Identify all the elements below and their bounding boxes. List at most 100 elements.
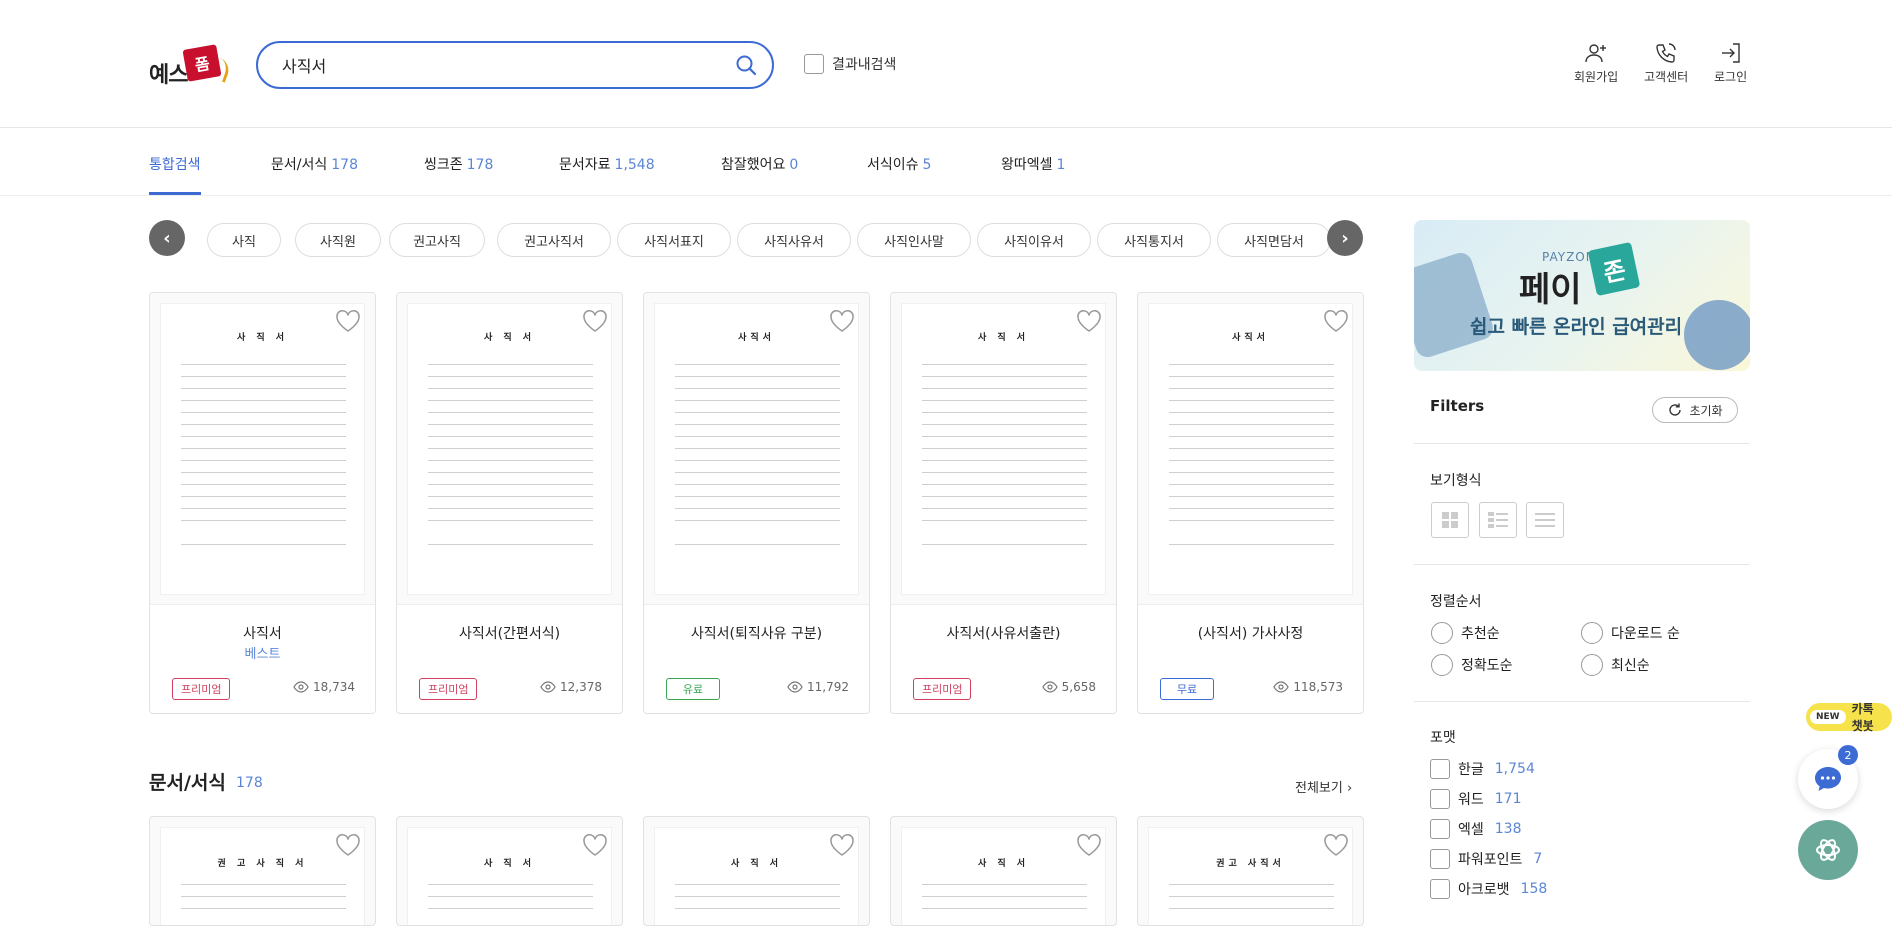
signup-link[interactable]: 회원가입 [1574,42,1618,85]
login-link[interactable]: 로그인 [1714,42,1747,85]
heart-icon[interactable] [1323,309,1349,333]
site-logo[interactable]: 예스 폼 [149,44,233,88]
support-link[interactable]: 고객센터 [1644,42,1688,85]
banner-name: 페이 [1519,270,1582,310]
tab-welldone[interactable]: 참잘했어요 0 [721,154,798,174]
format-checkbox[interactable] [1430,789,1450,809]
doc-line [428,412,593,413]
payzon-banner[interactable]: PAYZON 페이 존 쉽고 빠른 온라인 급여관리 [1414,220,1750,371]
tab-all[interactable]: 통합검색 [149,154,201,174]
radio-circle[interactable] [1581,622,1603,644]
doc-line [1169,884,1334,885]
format-name: 한글 [1458,762,1484,778]
radio-label: 정확도순 [1461,658,1513,674]
ai-assistant-button[interactable] [1798,820,1858,880]
format-checkbox[interactable] [1430,819,1450,839]
banner-name-badge: 존 [1587,241,1641,297]
card-title[interactable]: (사직서) 가사사정 [1138,623,1363,643]
document-card[interactable]: 사직서 (사직서) 가사사정 무료 118,573 [1137,292,1364,714]
search-in-result[interactable]: 결과내검색 [804,54,896,74]
doc-line [428,424,593,425]
document-preview: 사직서 [1148,303,1353,595]
search-icon[interactable] [734,53,758,77]
keywords-next-button[interactable]: › [1327,220,1363,256]
document-card[interactable]: 권고 사직서 [1137,816,1364,926]
format-word[interactable]: 워드 171 [1430,789,1522,809]
doc-line [181,884,346,885]
keyword-chip[interactable]: 사직 [207,223,281,257]
document-card[interactable]: 사 직 서 [890,816,1117,926]
doc-line [922,496,1087,497]
document-thumbnail[interactable]: 사직서 [644,293,869,605]
tab-label: 서식이슈 [867,157,919,173]
keyword-chip[interactable]: 사직면담서 [1217,223,1331,257]
format-powerpoint[interactable]: 파워포인트 7 [1430,849,1542,869]
heart-icon[interactable] [1076,309,1102,333]
keyword-chip[interactable]: 권고사직서 [497,223,611,257]
keywords-prev-button[interactable]: ‹ [149,220,185,256]
view-grid-button[interactable] [1431,502,1469,538]
document-card[interactable]: 사 직 서 사직서 베스트 프리미엄 18,734 [149,292,376,714]
keyword-chip[interactable]: 사직사유서 [737,223,851,257]
heart-icon[interactable] [1076,833,1102,857]
document-card[interactable]: 사직서 사직서(퇴직사유 구분) 유료 11,792 [643,292,870,714]
doc-line [1169,448,1334,449]
format-checkbox[interactable] [1430,759,1450,779]
view-all-link[interactable]: 전체보기 › [1295,777,1352,796]
tab-excel[interactable]: 왕따엑셀 1 [1001,154,1065,174]
radio-circle[interactable] [1581,654,1603,676]
document-thumbnail[interactable]: 사직서 [1138,293,1363,605]
card-title[interactable]: 사직서(사유서출란) [891,623,1116,643]
document-thumbnail[interactable]: 사 직 서 [891,293,1116,605]
search-in-result-checkbox[interactable] [804,54,824,74]
document-card[interactable]: 권 고 사 직 서 [149,816,376,926]
format-checkbox[interactable] [1430,879,1450,899]
format-hangul[interactable]: 한글 1,754 [1430,759,1535,779]
card-title[interactable]: 사직서(간편서식) [397,623,622,643]
document-card[interactable]: 사 직 서 [396,816,623,926]
format-checkbox[interactable] [1430,849,1450,869]
view-compact-button[interactable] [1526,502,1564,538]
tab-documents[interactable]: 문서/서식 178 [271,154,358,174]
heart-icon[interactable] [582,309,608,333]
keyword-chip[interactable]: 사직서표지 [617,223,731,257]
format-acrobat[interactable]: 아크로뱃 158 [1430,879,1547,899]
keyword-chip[interactable]: 권고사직 [389,223,485,257]
sort-accuracy[interactable]: 정확도순 [1431,654,1513,676]
tab-materials[interactable]: 문서자료 1,548 [559,154,655,174]
document-thumbnail[interactable]: 사 직 서 [397,293,622,605]
card-title[interactable]: 사직서 [150,623,375,643]
heart-icon[interactable] [335,833,361,857]
search-input[interactable] [282,53,702,77]
radio-circle[interactable] [1431,622,1453,644]
tab-thinkzone[interactable]: 씽크존 178 [424,154,493,174]
kakao-chatbot-button[interactable]: NEW 카톡 챗봇 [1806,702,1892,733]
heart-icon[interactable] [582,833,608,857]
doc-line [675,364,840,365]
keyword-chip[interactable]: 사직통지서 [1097,223,1211,257]
document-card[interactable]: 사 직 서 사직서(사유서출란) 프리미엄 5,658 [890,292,1117,714]
keyword-chip[interactable]: 사직인사말 [857,223,971,257]
heart-icon[interactable] [829,833,855,857]
sort-latest[interactable]: 최신순 [1581,654,1650,676]
format-excel[interactable]: 엑셀 138 [1430,819,1522,839]
keyword-chip[interactable]: 사직원 [295,223,381,257]
sort-downloads[interactable]: 다운로드 순 [1581,622,1680,644]
heart-icon[interactable] [1323,833,1349,857]
sort-recommended[interactable]: 추천순 [1431,622,1500,644]
keyword-chip[interactable]: 사직이유서 [977,223,1091,257]
document-card[interactable]: 사 직 서 [643,816,870,926]
doc-line [922,412,1087,413]
heart-icon[interactable] [335,309,361,333]
tab-label: 씽크존 [424,157,463,173]
tab-issues[interactable]: 서식이슈 5 [867,154,931,174]
doc-line [922,908,1087,909]
document-thumbnail[interactable]: 사 직 서 [150,293,375,605]
reset-filters-button[interactable]: 초기화 [1652,397,1738,423]
heart-icon[interactable] [829,309,855,333]
card-title[interactable]: 사직서(퇴직사유 구분) [644,623,869,643]
radio-circle[interactable] [1431,654,1453,676]
document-card[interactable]: 사 직 서 사직서(간편서식) 프리미엄 12,378 [396,292,623,714]
view-list-button[interactable] [1479,502,1517,538]
doc-line [675,460,840,461]
